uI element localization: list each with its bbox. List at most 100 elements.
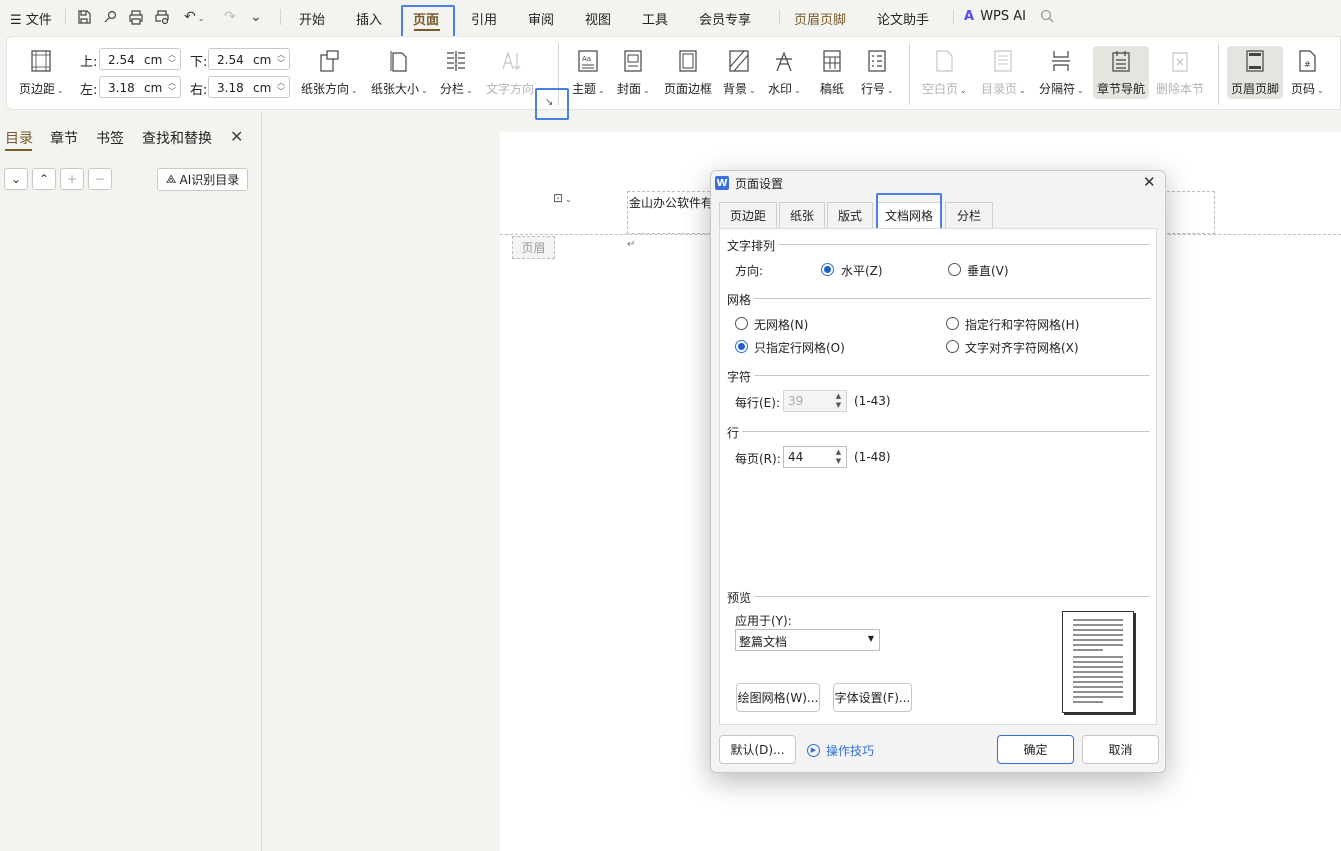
- undo-icon[interactable]: ↶ ⌄: [184, 9, 204, 25]
- background-button[interactable]: 背景 ⌄: [723, 48, 756, 97]
- print-icon[interactable]: [128, 9, 144, 29]
- cover-button[interactable]: 封面 ⌄: [617, 48, 650, 97]
- tab-member[interactable]: 会员专享: [699, 9, 751, 28]
- tab-columns[interactable]: 分栏: [945, 202, 993, 228]
- right-margin-input[interactable]: 3.18 cm ︿ ﹀: [208, 76, 290, 98]
- svg-text:Aa: Aa: [582, 55, 591, 63]
- snap-chars-grid-radio[interactable]: [946, 340, 959, 353]
- spinner-icon[interactable]: ︿ ﹀: [168, 50, 176, 68]
- tab-home[interactable]: 开始: [299, 9, 325, 28]
- minus-icon: −: [94, 172, 106, 186]
- close-icon[interactable]: ✕: [1143, 173, 1156, 191]
- spinner-icon[interactable]: ︿ ﹀: [168, 78, 176, 96]
- blank-page-button[interactable]: 空白页 ⌄: [922, 48, 967, 97]
- print-preview-icon[interactable]: [154, 9, 170, 29]
- navigation-panel: 目录 章节 书签 查找和替换 ✕ ⌄ ⌃ + − ⟁ AI识别目录: [0, 112, 262, 851]
- lines-only-grid-label[interactable]: 只指定行网格(O): [754, 339, 845, 356]
- divider: [754, 375, 1150, 376]
- spinner-icon[interactable]: ︿ ﹀: [277, 50, 285, 68]
- divider: [1218, 43, 1219, 105]
- text-direction-button[interactable]: 文字方向: [486, 48, 534, 97]
- orientation-button[interactable]: 纸张方向 ⌄: [301, 48, 358, 97]
- chars-per-line-input[interactable]: 39 ▲ ▼: [783, 390, 847, 412]
- line-numbers-button[interactable]: 行号 ⌄: [861, 48, 894, 97]
- lines-and-chars-grid-radio[interactable]: [946, 317, 959, 330]
- no-grid-radio[interactable]: [735, 317, 748, 330]
- divider: [742, 431, 1150, 432]
- horizontal-radio[interactable]: [821, 263, 834, 276]
- panel-tab-find-replace[interactable]: 查找和替换: [142, 128, 212, 148]
- page-number-button[interactable]: # 页码 ⌄: [1291, 48, 1324, 97]
- font-settings-button[interactable]: 字体设置(F)...: [833, 683, 912, 712]
- panel-tab-bookmarks[interactable]: 书签: [96, 128, 124, 148]
- paper-size-button[interactable]: 纸张大小 ⌄: [371, 48, 428, 97]
- vertical-radio[interactable]: [948, 263, 961, 276]
- theme-button[interactable]: Aa 主题 ⌄: [572, 48, 605, 97]
- redo-icon[interactable]: ↷: [224, 9, 236, 25]
- share-icon[interactable]: [102, 9, 118, 29]
- ai-toc-button[interactable]: ⟁ AI识别目录: [157, 168, 248, 191]
- ok-button[interactable]: 确定: [997, 735, 1074, 764]
- remove-level-button[interactable]: −: [88, 168, 112, 190]
- tab-thesis[interactable]: 论文助手: [877, 9, 929, 28]
- panel-tab-chapters[interactable]: 章节: [50, 128, 78, 148]
- tab-insert[interactable]: 插入: [356, 9, 382, 28]
- no-grid-label[interactable]: 无网格(N): [754, 316, 808, 333]
- header-footer-button[interactable]: 页眉页脚: [1227, 46, 1283, 99]
- left-margin-input[interactable]: 3.18 cm ︿ ﹀: [99, 76, 181, 98]
- margins-button[interactable]: 页边距 ⌄: [19, 48, 64, 97]
- tab-layout[interactable]: 版式: [827, 202, 873, 228]
- spinner-icon[interactable]: ︿ ﹀: [277, 78, 285, 96]
- file-menu[interactable]: ☰ 文件: [10, 9, 52, 28]
- text-direction-icon: [498, 48, 522, 74]
- tab-paper[interactable]: 纸张: [779, 202, 825, 228]
- tips-link[interactable]: ▶ 操作技巧: [807, 742, 874, 759]
- divider: [779, 10, 780, 24]
- theme-icon: Aa: [576, 48, 600, 74]
- search-icon[interactable]: [1040, 9, 1054, 27]
- manuscript-button[interactable]: 稿纸: [820, 48, 844, 97]
- draw-grid-button[interactable]: 绘图网格(W)...: [736, 683, 820, 712]
- dialog-title: 页面设置: [735, 177, 784, 191]
- cancel-button[interactable]: 取消: [1082, 735, 1159, 764]
- dialog-launcher-icon[interactable]: ↘: [545, 97, 553, 108]
- page-border-button[interactable]: 页面边框: [664, 48, 712, 97]
- lines-per-page-input[interactable]: 44 ▲ ▼: [783, 446, 847, 468]
- apply-to-label: 应用于(Y):: [735, 614, 792, 628]
- watermark-button[interactable]: 水印 ⌄: [768, 48, 801, 97]
- header-options-button[interactable]: ⊡ ⌄: [553, 191, 587, 211]
- horizontal-label[interactable]: 水平(Z): [841, 262, 883, 279]
- tab-tools[interactable]: 工具: [642, 9, 668, 28]
- close-icon[interactable]: ✕: [230, 127, 243, 146]
- save-icon[interactable]: [76, 9, 92, 29]
- chevron-down-icon[interactable]: ⌄: [250, 9, 262, 25]
- columns-button[interactable]: 分栏 ⌄: [440, 48, 473, 97]
- tab-header-footer[interactable]: 页眉页脚: [794, 9, 846, 28]
- tab-review[interactable]: 审阅: [528, 9, 554, 28]
- bottom-margin-input[interactable]: 2.54 cm ︿ ﹀: [208, 48, 290, 70]
- add-level-button[interactable]: +: [60, 168, 84, 190]
- tab-view[interactable]: 视图: [585, 9, 611, 28]
- default-button[interactable]: 默认(D)...: [719, 735, 796, 764]
- top-margin-input[interactable]: 2.54 cm ︿ ﹀: [99, 48, 181, 70]
- vertical-label[interactable]: 垂直(V): [967, 262, 1009, 279]
- delete-section-button[interactable]: 删除本节: [1156, 48, 1204, 97]
- section-text-flow: 文字排列: [727, 239, 776, 253]
- collapse-up-button[interactable]: ⌃: [32, 168, 56, 190]
- spinner-icon[interactable]: ▲ ▼: [832, 392, 845, 410]
- divider: [754, 596, 1150, 597]
- tab-references[interactable]: 引用: [471, 9, 497, 28]
- apply-to-select[interactable]: 整篇文档 ▼: [735, 629, 880, 651]
- preview-lines-graphic: [1073, 619, 1123, 703]
- tab-margins[interactable]: 页边距: [719, 202, 777, 228]
- snap-chars-grid-label[interactable]: 文字对齐字符网格(X): [965, 339, 1079, 356]
- separator-button[interactable]: 分隔符 ⌄: [1039, 48, 1084, 97]
- lines-and-chars-grid-label[interactable]: 指定行和字符网格(H): [965, 316, 1079, 333]
- lines-only-grid-radio[interactable]: [735, 340, 748, 353]
- expand-down-button[interactable]: ⌄: [4, 168, 28, 190]
- toc-page-button[interactable]: 目录页 ⌄: [981, 48, 1026, 97]
- wps-ai-button[interactable]: A WPS AI: [964, 9, 1026, 24]
- panel-tab-toc[interactable]: 目录: [5, 128, 33, 148]
- section-nav-button[interactable]: 章节导航: [1093, 46, 1149, 99]
- spinner-icon[interactable]: ▲ ▼: [832, 448, 845, 466]
